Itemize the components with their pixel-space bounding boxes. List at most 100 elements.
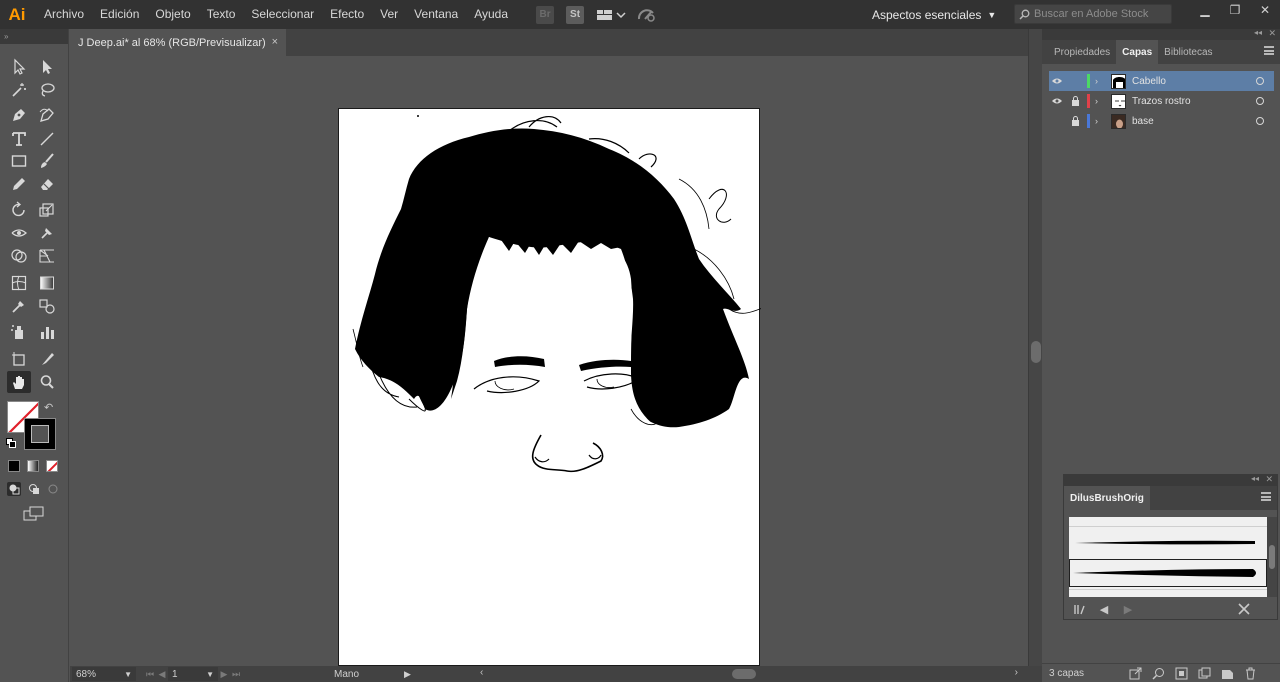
blend-tool-icon[interactable]: [35, 295, 59, 317]
column-graph-tool-icon[interactable]: [35, 321, 59, 343]
chevron-right-icon[interactable]: ›: [1095, 96, 1105, 106]
target-icon[interactable]: [1256, 77, 1264, 85]
curvature-tool-icon[interactable]: [35, 104, 59, 126]
vertical-scrollbar[interactable]: [1028, 29, 1042, 666]
zoom-field[interactable]: 68% ▼: [72, 667, 136, 681]
target-icon[interactable]: [1256, 97, 1264, 105]
puppet-warp-tool-icon[interactable]: [35, 222, 59, 244]
menu-seleccionar[interactable]: Seleccionar: [243, 0, 322, 29]
layer-name[interactable]: Cabello: [1132, 76, 1256, 87]
locate-object-icon[interactable]: [1151, 666, 1165, 680]
visibility-slot[interactable]: [1049, 111, 1065, 131]
delete-layer-icon[interactable]: [1243, 666, 1257, 680]
previous-library-icon[interactable]: ◀: [1096, 601, 1112, 617]
symbol-sprayer-tool-icon[interactable]: [7, 321, 31, 343]
collapse-panels-icon[interactable]: ◂◂: [1254, 28, 1262, 37]
brush-panel-header[interactable]: ◂◂ ✕: [1064, 474, 1277, 486]
horizontal-scroll-thumb[interactable]: [732, 669, 756, 679]
type-tool-icon[interactable]: [7, 128, 31, 150]
minimize-icon[interactable]: ▁: [1190, 0, 1220, 20]
last-artboard-icon[interactable]: ⏭: [230, 669, 242, 680]
stock-search-box[interactable]: [1014, 4, 1172, 24]
scale-tool-icon[interactable]: [35, 199, 59, 221]
new-layer-icon[interactable]: [1220, 666, 1234, 680]
stock-search-input[interactable]: [1034, 8, 1164, 20]
brush-item[interactable]: [1069, 517, 1267, 527]
brush-item-selected[interactable]: [1069, 559, 1267, 587]
screen-mode-icon[interactable]: [23, 506, 45, 522]
lock-icon[interactable]: [1067, 91, 1083, 111]
lock-slot[interactable]: [1067, 71, 1083, 91]
dock-header[interactable]: ◂◂ ✕: [1042, 28, 1280, 40]
artboard[interactable]: [338, 108, 772, 666]
pencil-tool-icon[interactable]: [7, 173, 31, 195]
scroll-left-icon[interactable]: ‹: [480, 667, 483, 678]
next-library-icon[interactable]: ▶: [1120, 601, 1136, 617]
menu-objeto[interactable]: Objeto: [147, 0, 198, 29]
menu-ayuda[interactable]: Ayuda: [466, 0, 516, 29]
shape-builder-tool-icon[interactable]: [7, 245, 31, 267]
rectangle-tool-icon[interactable]: [7, 150, 31, 172]
export-for-screens-icon[interactable]: [1128, 666, 1142, 680]
zoom-tool-icon[interactable]: [35, 371, 59, 393]
next-artboard-icon[interactable]: ▶: [218, 669, 230, 680]
swap-fill-stroke-icon[interactable]: ↶: [44, 401, 53, 414]
tab-capas[interactable]: Capas: [1116, 40, 1159, 64]
brush-list[interactable]: [1069, 517, 1267, 597]
draw-inside-icon[interactable]: [46, 482, 60, 496]
perspective-grid-tool-icon[interactable]: [35, 245, 59, 267]
arrange-documents-icon[interactable]: [594, 6, 628, 24]
status-menu-icon[interactable]: ▶: [404, 669, 411, 680]
workspace-switcher[interactable]: Aspectos esenciales ▼: [872, 0, 996, 29]
menu-ver[interactable]: Ver: [372, 0, 406, 29]
tab-bibliotecas[interactable]: Bibliotecas: [1158, 40, 1218, 64]
remove-brush-stroke-icon[interactable]: [1236, 601, 1252, 617]
draw-normal-icon[interactable]: [7, 482, 21, 496]
brush-list-scroll-thumb[interactable]: [1269, 545, 1275, 569]
mesh-tool-icon[interactable]: [7, 272, 31, 294]
width-tool-icon[interactable]: [7, 222, 31, 244]
menu-efecto[interactable]: Efecto: [322, 0, 372, 29]
target-icon[interactable]: [1256, 117, 1264, 125]
gpu-performance-icon[interactable]: [636, 6, 658, 24]
lasso-tool-icon[interactable]: [35, 79, 59, 101]
direct-selection-tool-icon[interactable]: [35, 56, 59, 78]
eyedropper-tool-icon[interactable]: [7, 295, 31, 317]
tab-propiedades[interactable]: Propiedades: [1048, 40, 1116, 64]
clipping-mask-icon[interactable]: [1174, 666, 1188, 680]
brush-item[interactable]: [1069, 529, 1267, 557]
previous-artboard-icon[interactable]: ◀: [156, 669, 168, 680]
chevron-down-icon[interactable]: ▼: [124, 670, 132, 679]
layer-row-cabello[interactable]: › Cabello: [1049, 71, 1274, 91]
chevron-right-icon[interactable]: ›: [1095, 116, 1105, 126]
scroll-right-icon[interactable]: ›: [1015, 667, 1018, 678]
close-dock-icon[interactable]: ✕: [1268, 28, 1276, 39]
default-colors-icon[interactable]: [6, 438, 16, 448]
menu-texto[interactable]: Texto: [199, 0, 244, 29]
tools-panel-header[interactable]: »: [0, 29, 68, 44]
artboard-tool-icon[interactable]: [7, 348, 31, 370]
paintbrush-tool-icon[interactable]: [35, 150, 59, 172]
bridge-icon[interactable]: Br: [534, 5, 556, 24]
layer-row-base[interactable]: › base: [1049, 111, 1274, 131]
gradient-tool-icon[interactable]: [35, 272, 59, 294]
menu-edicion[interactable]: Edición: [92, 0, 147, 29]
eye-icon[interactable]: [1049, 71, 1065, 91]
gradient-mode-icon[interactable]: [27, 460, 39, 472]
artboard-number-field[interactable]: 1 ▼: [168, 667, 218, 681]
layer-row-trazos-rostro[interactable]: › Trazos rostro: [1049, 91, 1274, 111]
new-sublayer-icon[interactable]: [1197, 666, 1211, 680]
close-panel-icon[interactable]: ✕: [1265, 474, 1273, 485]
brush-list-scrollbar[interactable]: [1267, 517, 1277, 597]
line-segment-tool-icon[interactable]: [35, 128, 59, 150]
layer-name[interactable]: base: [1132, 116, 1256, 127]
canvas-area[interactable]: [70, 56, 1028, 666]
tab-brush-library[interactable]: DilusBrushOrig: [1064, 486, 1150, 510]
selection-tool-icon[interactable]: [7, 56, 31, 78]
menu-archivo[interactable]: Archivo: [36, 0, 92, 29]
expand-panel-icon[interactable]: »: [4, 32, 8, 41]
color-mode-icon[interactable]: [8, 460, 20, 472]
menu-ventana[interactable]: Ventana: [406, 0, 466, 29]
magic-wand-tool-icon[interactable]: [7, 79, 31, 101]
horizontal-scrollbar[interactable]: ‹ ›: [480, 667, 1018, 680]
